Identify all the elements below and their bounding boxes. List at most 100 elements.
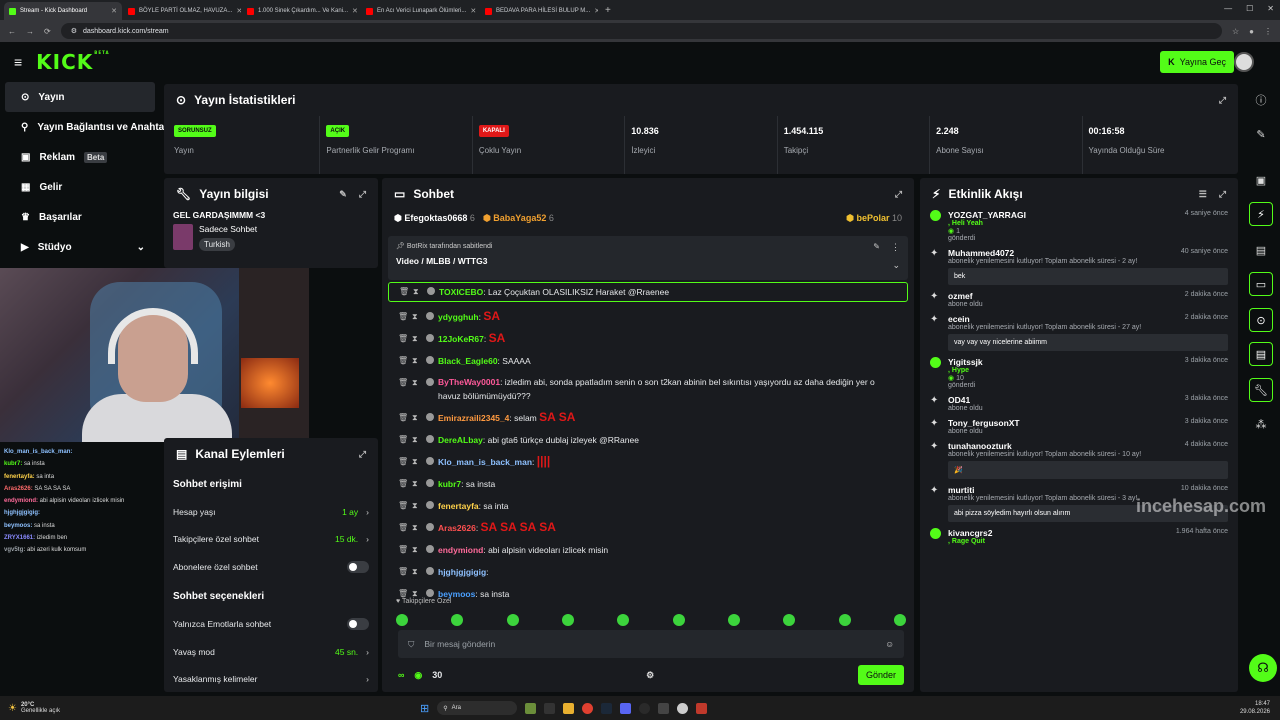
chat-username[interactable]: kubr7 <box>438 479 461 489</box>
chat-message[interactable]: 🗑︎ ⧗ kubr7: sa insta <box>388 477 908 491</box>
app-icon[interactable] <box>658 702 670 714</box>
sidebar-item-studio[interactable]: ▶ Stüdyo ⌄ <box>5 232 155 262</box>
minimize-icon[interactable]: — <box>1224 4 1232 13</box>
weather-widget[interactable]: ☀ 20°C Genellikle açık <box>0 702 420 714</box>
timeout-icon[interactable]: ⧗ <box>412 332 422 345</box>
chat-message[interactable]: 🗑︎ ⧗ Klo_man_is_back_man: |||| <box>388 455 908 469</box>
chat-message[interactable]: 🗑︎ ⧗ beymoos: sa insta <box>388 587 908 601</box>
chat-message[interactable]: 🗑︎ ⧗ 12JoKeR67: SA <box>388 332 908 346</box>
chat-username[interactable]: 12JoKeR67 <box>438 334 484 344</box>
emote-icon[interactable] <box>506 614 519 626</box>
emote-icon[interactable] <box>396 614 408 626</box>
task-view-icon[interactable] <box>544 702 556 714</box>
chat-message[interactable]: 🗑︎ ⧗ ByTheWay0001: izledim abi, sonda ppat… <box>388 376 908 403</box>
account-age-row[interactable]: Hesap yaşı 1 ay › <box>164 498 378 526</box>
support-chat-icon[interactable]: ☊ <box>1249 654 1277 682</box>
top-chatter[interactable]: ⬢ Efegoktas0668 6 <box>394 213 475 224</box>
chat-username[interactable]: Aras2626 <box>438 523 476 533</box>
back-icon[interactable]: ← <box>8 27 16 36</box>
chat-message[interactable]: 🗑︎ ⧗ Emirazraili2345_4: selam SA SA <box>388 411 908 425</box>
expand-icon[interactable]: ⤢ <box>1219 95 1226 106</box>
bookmark-star-icon[interactable]: ☆ <box>1232 27 1239 36</box>
site-info-icon[interactable]: ⚙ <box>71 27 77 35</box>
chat-username[interactable]: TOXICEBO <box>439 287 483 297</box>
emote-icon[interactable] <box>561 614 574 626</box>
browser-tab[interactable]: 1.000 Sinek Çıkardım... Ve Kani... ✕ <box>242 2 360 20</box>
app-icon[interactable] <box>677 702 689 714</box>
delete-icon[interactable]: 🗑︎ <box>398 477 408 490</box>
slow-mode-row[interactable]: Yavaş mod 45 sn. › <box>164 638 378 666</box>
more-options-icon[interactable]: ⋮ <box>891 242 900 253</box>
delete-icon[interactable]: 🗑︎ <box>398 565 408 578</box>
timeout-icon[interactable]: ⧗ <box>412 411 422 424</box>
apps-icon[interactable]: ⁂ <box>1249 412 1273 436</box>
banned-words-row[interactable]: Yasaklanmış kelimeler › <box>164 666 378 694</box>
chat-username[interactable]: Klo_man_is_back_man <box>438 457 532 467</box>
delete-icon[interactable]: 🗑︎ <box>398 310 408 323</box>
top-chatter[interactable]: ⬢ BabaYaga52 6 <box>483 213 554 224</box>
close-tab-icon[interactable]: ✕ <box>594 7 598 15</box>
top-chatter[interactable]: ⬢ bePolar 10 <box>846 213 902 224</box>
chevron-down-icon[interactable]: ⌄ <box>892 260 900 271</box>
chat-username[interactable]: fenertayfa <box>438 501 479 511</box>
browser-tab[interactable]: BEDAVA PARA HİLESİ BULUP M... ✕ <box>480 2 598 20</box>
delete-icon[interactable]: 🗑︎ <box>399 285 409 298</box>
event-username[interactable]: Tony_fergusonXT <box>948 418 1020 428</box>
sidebar-item-achievements[interactable]: ♛ Başarılar <box>5 202 155 232</box>
sidebar-item-revenue[interactable]: ▦ Gelir <box>5 172 155 202</box>
event-username[interactable]: murtiti <box>948 485 974 495</box>
user-avatar[interactable] <box>1234 52 1254 72</box>
browser-tab[interactable]: En Acı Verici Lunapark Ölümleri... ✕ <box>361 2 479 20</box>
windows-start-icon[interactable]: ⊞ <box>420 702 429 715</box>
event-username[interactable]: Yigitssjk <box>948 357 983 367</box>
delete-icon[interactable]: 🗑︎ <box>398 543 408 556</box>
delete-icon[interactable]: 🗑︎ <box>398 521 408 534</box>
expand-icon[interactable]: ⤢ <box>1219 189 1226 200</box>
event-username[interactable]: tunahanoozturk <box>948 441 1012 451</box>
followers-only-row[interactable]: Takipçilere özel sohbet 15 dk. › <box>164 526 378 554</box>
chat-message[interactable]: 🗑︎ ⧗ ydygghuh: SA <box>388 310 908 324</box>
chrome-icon[interactable] <box>582 702 594 714</box>
emote-icon[interactable] <box>783 614 796 626</box>
chat-message[interactable]: 🗑︎ ⧗ TOXICEBO: Laz Çoçuktan OLASILIKSIZ Ha… <box>388 282 908 302</box>
chat-username[interactable]: ydygghuh <box>438 312 479 322</box>
language-tag[interactable]: Turkish <box>199 238 235 251</box>
event-username[interactable]: ozmef <box>948 291 973 301</box>
browser-tab[interactable]: Stream - Kick Dashboard ✕ <box>4 2 122 20</box>
delete-icon[interactable]: 🗑︎ <box>398 455 408 468</box>
reload-icon[interactable]: ⟳ <box>44 27 51 36</box>
lightning-icon[interactable]: ⚡︎ <box>1249 202 1273 226</box>
event-username[interactable]: Muhammed4072 <box>948 248 1014 258</box>
stats-icon[interactable]: ▣ <box>1249 168 1273 192</box>
chat-username[interactable]: hjghjgjgigig <box>438 567 486 577</box>
timeout-icon[interactable]: ⧗ <box>412 565 422 578</box>
category-name[interactable]: Sadece Sohbet <box>199 224 257 234</box>
forward-icon[interactable]: → <box>26 27 34 36</box>
close-tab-icon[interactable]: ✕ <box>352 7 358 15</box>
wrench-icon[interactable]: 🔧︎ <box>1249 378 1273 402</box>
emoji-icon[interactable]: ☺ <box>885 639 894 649</box>
new-tab-button[interactable]: + <box>599 5 617 20</box>
maximize-icon[interactable]: ☐ <box>1246 4 1253 13</box>
delete-icon[interactable]: 🗑︎ <box>398 376 408 389</box>
infinity-icon[interactable]: ∞ <box>398 670 404 680</box>
close-window-icon[interactable]: ✕ <box>1267 4 1274 13</box>
delete-icon[interactable]: 🗑︎ <box>398 332 408 345</box>
actions-icon[interactable]: ▤ <box>1249 342 1273 366</box>
chat-icon[interactable]: ▭ <box>1249 272 1273 296</box>
subscribers-only-toggle[interactable] <box>347 560 369 573</box>
timeout-icon[interactable]: ⧗ <box>412 310 422 323</box>
close-tab-icon[interactable]: ✕ <box>236 7 241 15</box>
chat-message[interactable]: 🗑︎ ⧗ Aras2626: SA SA SA SA <box>388 521 908 535</box>
discord-icon[interactable] <box>620 702 632 714</box>
hamburger-menu-icon[interactable]: ≡ <box>14 54 22 70</box>
taskbar-clock[interactable]: 18:47 29.08.2026 <box>1240 700 1280 716</box>
list-icon[interactable]: ▤ <box>1249 238 1273 262</box>
unpin-icon[interactable]: ✎ <box>873 242 880 251</box>
chat-username[interactable]: DereALbay <box>438 435 483 445</box>
timeout-icon[interactable]: ⧗ <box>412 499 422 512</box>
timeout-icon[interactable]: ⧗ <box>412 543 422 556</box>
chat-username[interactable]: endymiond <box>438 545 483 555</box>
event-username[interactable]: ecein <box>948 314 970 324</box>
expand-icon[interactable]: ⤢ <box>359 189 366 200</box>
